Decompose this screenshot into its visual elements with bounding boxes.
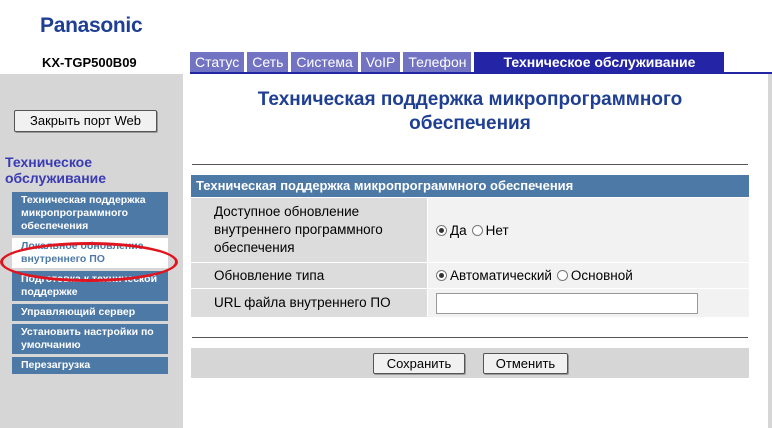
top-tab-bar: Статус Сеть Система VoIP Телефон Техниче…: [190, 52, 725, 72]
sidebar-item-support-preparation[interactable]: Подготовка к технической поддержке: [12, 271, 168, 301]
update-type-automatic-label[interactable]: Автоматический: [450, 268, 552, 283]
available-update-yes-radio[interactable]: [436, 224, 447, 236]
update-type-row: Обновление типа Автоматический Основной: [191, 262, 749, 288]
firmware-url-row: URL файла внутреннего ПО: [191, 288, 749, 317]
tab-maintenance[interactable]: Техническое обслуживание: [474, 52, 725, 72]
divider-top: [192, 164, 748, 165]
available-update-row: Доступное обновление внутреннего програм…: [191, 197, 749, 262]
available-update-no-radio[interactable]: [471, 224, 483, 236]
sidebar-item-reset-defaults[interactable]: Установить настройки по умолчанию: [12, 324, 168, 354]
close-web-port-button[interactable]: Закрыть порт Web: [14, 110, 157, 132]
update-type-options: Автоматический Основной: [428, 263, 749, 288]
page-title: Техническая поддержка микропрограммного …: [257, 89, 683, 134]
firmware-url-input[interactable]: [436, 292, 698, 314]
model-name: KX-TGP500B09: [42, 55, 137, 70]
right-edge-strip: [768, 74, 772, 428]
sidebar: Закрыть порт Web Техническое обслуживани…: [0, 74, 183, 428]
tab-underline: [190, 72, 772, 74]
firmware-settings-panel: Техническая поддержка микропрограммного …: [191, 175, 749, 317]
sidebar-item-reboot[interactable]: Перезагрузка: [12, 357, 168, 374]
available-update-label: Доступное обновление внутреннего програм…: [191, 198, 427, 262]
available-update-no-label[interactable]: Нет: [486, 223, 509, 238]
available-update-options: Да Нет: [428, 198, 749, 262]
cancel-button[interactable]: Отменить: [483, 353, 568, 374]
sidebar-menu: Техническая поддержка микропрограммного …: [12, 192, 168, 377]
divider-bottom: [192, 337, 748, 338]
sidebar-item-firmware-maintenance[interactable]: Техническая поддержка микропрограммного …: [12, 192, 168, 235]
update-type-basic-radio[interactable]: [556, 270, 568, 281]
panel-title: Техническая поддержка микропрограммного …: [191, 175, 749, 197]
firmware-url-label: URL файла внутреннего ПО: [191, 289, 427, 317]
tab-telephone[interactable]: Телефон: [403, 52, 472, 72]
sidebar-section-title: Техническое обслуживание: [5, 154, 107, 186]
update-type-basic-label[interactable]: Основной: [571, 268, 633, 283]
update-type-label: Обновление типа: [191, 263, 427, 288]
available-update-yes-label[interactable]: Да: [450, 223, 467, 238]
tab-system[interactable]: Система: [291, 52, 358, 72]
update-type-automatic-radio[interactable]: [436, 270, 447, 281]
save-button[interactable]: Сохранить: [373, 353, 465, 374]
panasonic-logo: Panasonic: [40, 14, 143, 37]
tab-voip[interactable]: VoIP: [360, 52, 401, 72]
tab-network[interactable]: Сеть: [247, 52, 289, 72]
button-bar: Сохранить Отменить: [191, 348, 749, 378]
tab-status[interactable]: Статус: [190, 52, 245, 72]
firmware-url-cell: [428, 289, 749, 317]
sidebar-item-local-firmware-update[interactable]: Локальное обновление внутреннего ПО: [12, 238, 168, 268]
sidebar-item-management-server[interactable]: Управляющий сервер: [12, 304, 168, 321]
